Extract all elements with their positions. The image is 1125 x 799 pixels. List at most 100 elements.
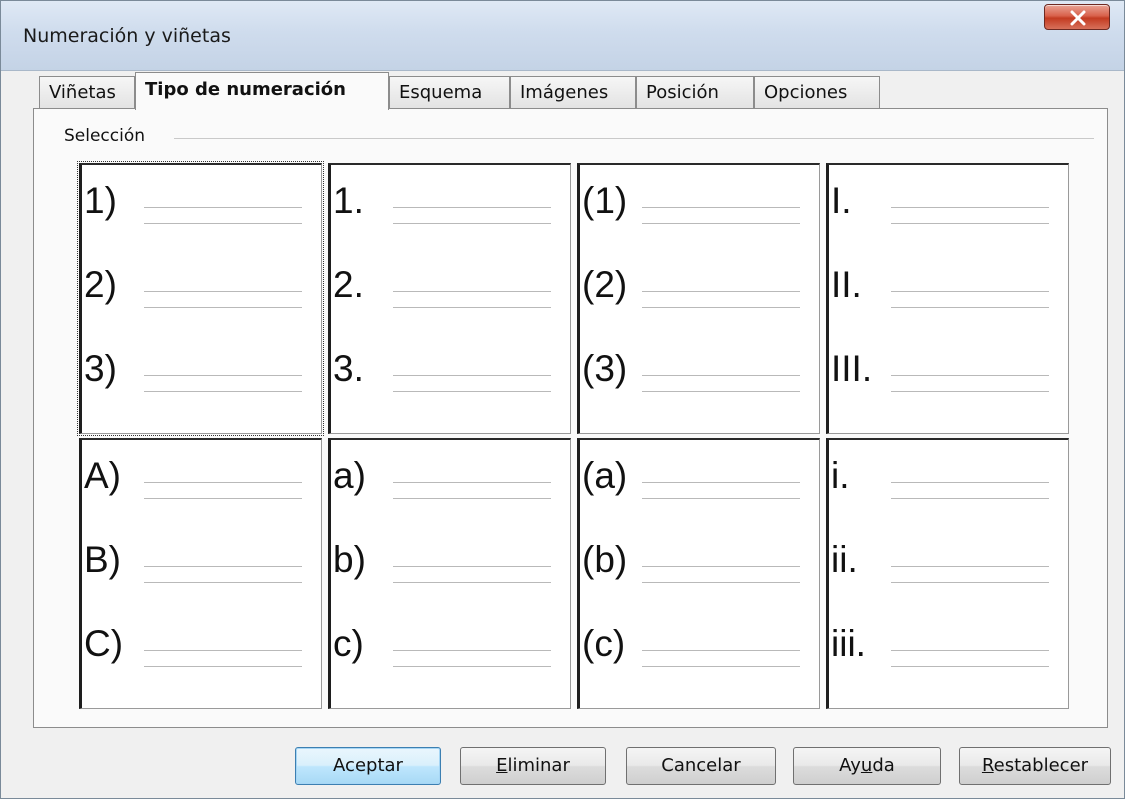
placeholder-line bbox=[144, 375, 302, 376]
list-item: 1. bbox=[331, 179, 570, 239]
delete-button[interactable]: Eliminar bbox=[460, 747, 606, 785]
tab-posicion[interactable]: Posición bbox=[636, 76, 754, 108]
tab-panel-tipo-de-numeracion: Selección 1) 2) 3) 1. 2. 3. (1) (2) (3) … bbox=[33, 108, 1108, 728]
reset-button-label-post: establecer bbox=[993, 755, 1089, 776]
numbering-label: 3) bbox=[84, 348, 117, 389]
cancel-button-label: Cancelar bbox=[661, 755, 741, 776]
placeholder-line bbox=[144, 650, 302, 651]
placeholder-line bbox=[144, 666, 302, 667]
numbering-label: 1) bbox=[84, 180, 117, 221]
list-item: A) bbox=[82, 454, 321, 514]
placeholder-line bbox=[144, 498, 302, 499]
placeholder-line bbox=[642, 650, 800, 651]
numbering-label: (c) bbox=[582, 623, 626, 664]
tab-tipo-de-numeracion[interactable]: Tipo de numeración bbox=[135, 72, 389, 110]
list-item: iii. bbox=[829, 622, 1068, 682]
placeholder-line bbox=[642, 582, 800, 583]
list-item: 2) bbox=[82, 263, 321, 323]
placeholder-line bbox=[642, 223, 800, 224]
numbering-label: (2) bbox=[582, 264, 628, 305]
placeholder-line bbox=[642, 291, 800, 292]
placeholder-line bbox=[891, 375, 1049, 376]
placeholder-line bbox=[393, 207, 551, 208]
cancel-button[interactable]: Cancelar bbox=[626, 747, 776, 785]
tab-opciones[interactable]: Opciones bbox=[754, 76, 880, 108]
numbering-label: c) bbox=[333, 623, 364, 664]
placeholder-line bbox=[144, 223, 302, 224]
placeholder-line bbox=[642, 375, 800, 376]
numbering-label: 1. bbox=[333, 180, 364, 221]
placeholder-line bbox=[144, 207, 302, 208]
placeholder-line bbox=[891, 666, 1049, 667]
placeholder-line bbox=[891, 498, 1049, 499]
placeholder-line bbox=[642, 666, 800, 667]
list-item: I. bbox=[829, 179, 1068, 239]
list-item: (2) bbox=[580, 263, 819, 323]
list-item: 2. bbox=[331, 263, 570, 323]
numbering-dialog: Numeración y viñetas Viñetas Tipo de num… bbox=[0, 0, 1125, 799]
selection-group-label: Selección bbox=[64, 126, 154, 146]
accept-button-label: Aceptar bbox=[333, 755, 403, 776]
placeholder-line bbox=[144, 482, 302, 483]
placeholder-line bbox=[393, 391, 551, 392]
placeholder-line bbox=[144, 566, 302, 567]
tab-esquema[interactable]: Esquema bbox=[389, 76, 510, 108]
numbering-option-3[interactable]: (1) (2) (3) bbox=[577, 163, 820, 434]
numbering-label: B) bbox=[84, 539, 121, 580]
accept-button[interactable]: Aceptar bbox=[295, 747, 441, 785]
list-item: (1) bbox=[580, 179, 819, 239]
tab-vinetas[interactable]: Viñetas bbox=[39, 76, 135, 108]
help-button-accesskey: u bbox=[860, 755, 873, 776]
numbering-label: II. bbox=[831, 264, 862, 305]
tab-imagenes[interactable]: Imágenes bbox=[510, 76, 636, 108]
placeholder-line bbox=[642, 566, 800, 567]
list-item: 3. bbox=[331, 347, 570, 407]
list-item: i. bbox=[829, 454, 1068, 514]
reset-button[interactable]: Restablecer bbox=[959, 747, 1111, 785]
numbering-option-2[interactable]: 1. 2. 3. bbox=[328, 163, 571, 434]
placeholder-line bbox=[642, 207, 800, 208]
placeholder-line bbox=[144, 582, 302, 583]
numbering-label: A) bbox=[84, 455, 121, 496]
placeholder-line bbox=[393, 307, 551, 308]
numbering-option-4[interactable]: I. II. III. bbox=[826, 163, 1069, 434]
numbering-label: 3. bbox=[333, 348, 364, 389]
close-button[interactable] bbox=[1044, 4, 1110, 30]
list-item: III. bbox=[829, 347, 1068, 407]
help-button-label-pre: Ay bbox=[839, 755, 861, 776]
numbering-label: (a) bbox=[582, 455, 628, 496]
numbering-option-5[interactable]: A) B) C) bbox=[79, 438, 322, 709]
placeholder-line bbox=[642, 498, 800, 499]
placeholder-line bbox=[144, 291, 302, 292]
placeholder-line bbox=[642, 307, 800, 308]
numbering-label: I. bbox=[831, 180, 852, 221]
list-item: C) bbox=[82, 622, 321, 682]
list-item: (c) bbox=[580, 622, 819, 682]
placeholder-line bbox=[891, 307, 1049, 308]
placeholder-line bbox=[891, 223, 1049, 224]
numbering-label: (1) bbox=[582, 180, 628, 221]
placeholder-line bbox=[393, 498, 551, 499]
placeholder-line bbox=[393, 291, 551, 292]
delete-button-label-post: liminar bbox=[507, 755, 570, 776]
numbering-option-7[interactable]: (a) (b) (c) bbox=[577, 438, 820, 709]
help-button[interactable]: Ayuda bbox=[793, 747, 941, 785]
list-item: c) bbox=[331, 622, 570, 682]
numbering-label: (3) bbox=[582, 348, 628, 389]
reset-button-accesskey: R bbox=[981, 755, 994, 776]
placeholder-line bbox=[393, 582, 551, 583]
placeholder-line bbox=[891, 566, 1049, 567]
placeholder-line bbox=[891, 482, 1049, 483]
numbering-label: C) bbox=[84, 623, 124, 664]
placeholder-line bbox=[144, 307, 302, 308]
list-item: a) bbox=[331, 454, 570, 514]
numbering-option-8[interactable]: i. ii. iii. bbox=[826, 438, 1069, 709]
numbering-option-1[interactable]: 1) 2) 3) bbox=[77, 161, 324, 436]
numbering-option-6[interactable]: a) b) c) bbox=[328, 438, 571, 709]
numbering-label: (b) bbox=[582, 539, 628, 580]
placeholder-line bbox=[891, 391, 1049, 392]
list-item: (a) bbox=[580, 454, 819, 514]
dialog-body: Viñetas Tipo de numeración Esquema Imáge… bbox=[9, 71, 1117, 792]
list-item: (b) bbox=[580, 538, 819, 598]
list-item: 1) bbox=[82, 179, 321, 239]
